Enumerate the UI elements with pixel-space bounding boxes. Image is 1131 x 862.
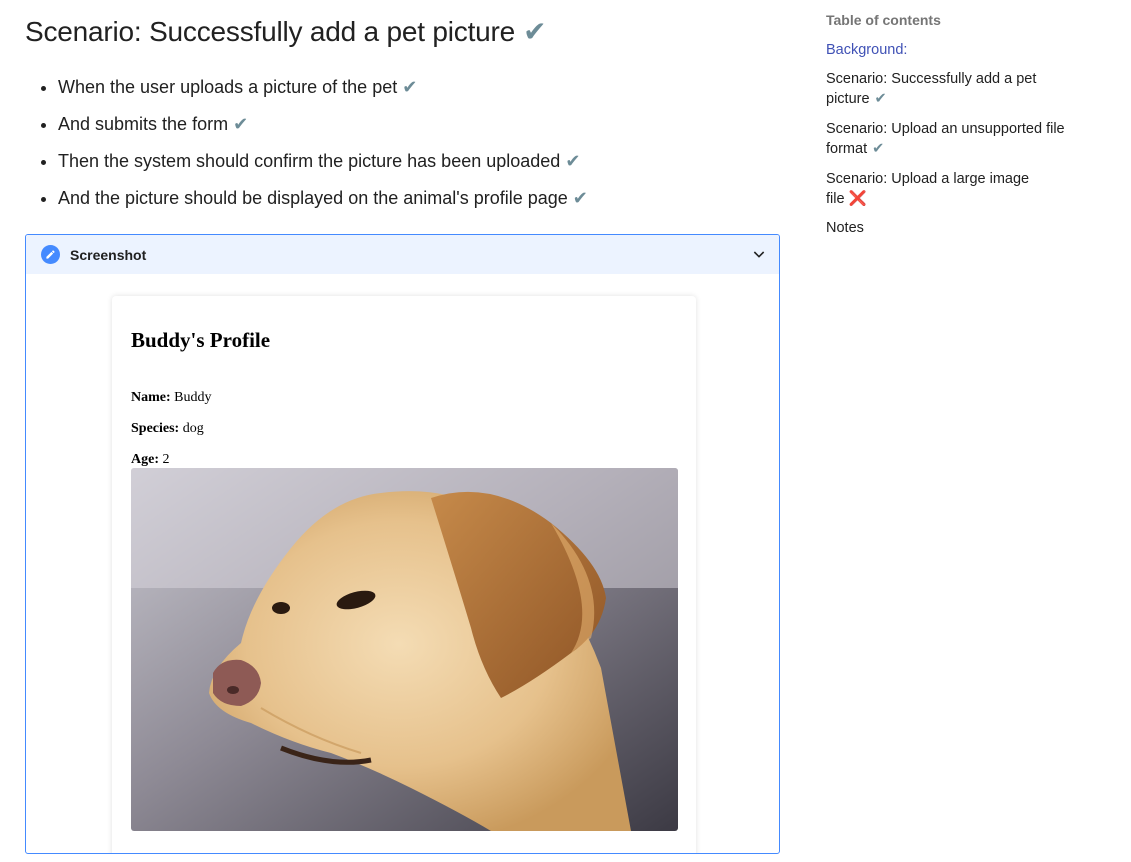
- chevron-down-icon[interactable]: [751, 246, 767, 262]
- toc-item-label: Scenario: Successfully add a pet picture: [826, 71, 1037, 107]
- screenshot-admonition: Screenshot Buddy's Profile Name: Buddy S…: [25, 234, 780, 854]
- toc-item-unsupported-format[interactable]: Scenario: Upload an unsupported file for…: [826, 119, 1066, 159]
- profile-name-row: Name: Buddy: [131, 390, 212, 406]
- cross-icon: ❌: [848, 191, 867, 207]
- step-list: When the user uploads a picture of the p…: [25, 70, 588, 218]
- age-value: 2: [162, 452, 170, 467]
- check-icon: ✔: [872, 141, 885, 157]
- admonition-title: Screenshot: [70, 246, 147, 263]
- step-text: And the picture should be displayed on t…: [58, 188, 568, 208]
- check-icon: ✔: [402, 77, 418, 97]
- step-text: Then the system should confirm the pictu…: [58, 151, 561, 171]
- step-item: When the user uploads a picture of the p…: [58, 70, 588, 107]
- step-text: And submits the form: [58, 114, 229, 134]
- admonition-body: Buddy's Profile Name: Buddy Species: dog…: [26, 274, 779, 853]
- step-item: Then the system should confirm the pictu…: [58, 144, 588, 181]
- check-icon: ✔: [523, 16, 547, 47]
- toc-item-label: Background:: [826, 42, 908, 58]
- toc-item-label: Notes: [826, 220, 864, 236]
- check-icon: ✔: [572, 188, 588, 208]
- age-label: Age:: [131, 452, 159, 467]
- profile-heading: Buddy's Profile: [131, 328, 271, 352]
- scenario-title: Scenario: Successfully add a pet picture…: [25, 15, 547, 48]
- check-icon: ✔: [565, 151, 581, 171]
- toc-item-large-image[interactable]: Scenario: Upload a large image file ❌: [826, 169, 1066, 209]
- profile-age-row: Age: 2: [131, 452, 170, 468]
- toc-item-notes[interactable]: Notes: [826, 218, 1066, 238]
- scenario-title-text: Scenario: Successfully add a pet picture: [25, 16, 516, 47]
- name-value: Buddy: [174, 390, 212, 405]
- check-icon: ✔: [874, 91, 887, 107]
- name-label: Name:: [131, 390, 171, 405]
- step-item: And submits the form✔: [58, 107, 588, 144]
- toc-item-add-pet-picture[interactable]: Scenario: Successfully add a pet picture…: [826, 69, 1066, 109]
- toc-title: Table of contents: [826, 12, 941, 28]
- toc-item-background[interactable]: Background:: [826, 40, 1066, 60]
- check-icon: ✔: [233, 114, 249, 134]
- pencil-icon: [41, 245, 60, 264]
- admonition-header[interactable]: Screenshot: [26, 235, 779, 274]
- step-item: And the picture should be displayed on t…: [58, 181, 588, 218]
- species-label: Species:: [131, 421, 180, 436]
- species-value: dog: [182, 421, 204, 436]
- step-text: When the user uploads a picture of the p…: [58, 77, 398, 97]
- profile-card: Buddy's Profile Name: Buddy Species: dog…: [112, 296, 696, 853]
- dog-photo: [131, 468, 678, 831]
- profile-species-row: Species: dog: [131, 421, 204, 437]
- toc-item-label: Scenario: Upload an unsupported file for…: [826, 121, 1065, 157]
